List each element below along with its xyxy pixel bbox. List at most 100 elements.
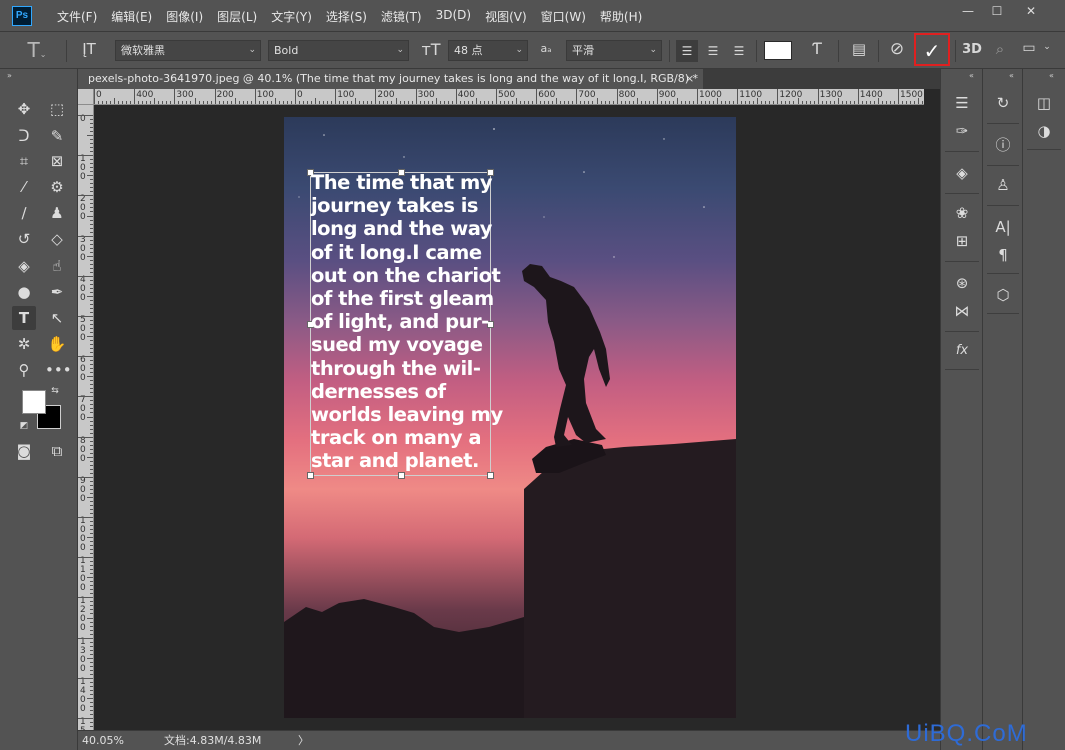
menu-item[interactable]: 选择(S) <box>319 8 374 25</box>
default-colors-icon[interactable]: ◩ <box>17 419 31 433</box>
collapse-dock-icon[interactable]: « <box>1009 71 1014 80</box>
menu-item[interactable]: 文件(F) <box>50 8 104 25</box>
channels-icon[interactable]: ⊛ <box>950 271 974 295</box>
align-left-icon[interactable]: ☰ <box>676 40 698 62</box>
toolbar-collapse-icon[interactable]: » <box>7 71 12 80</box>
minimize-button[interactable]: — <box>955 2 981 20</box>
custom-shape-tool-icon[interactable]: ✲ <box>12 332 36 356</box>
close-window-button[interactable]: ✕ <box>1018 2 1044 20</box>
character-panel-icon[interactable]: ▤ <box>848 40 870 58</box>
ruler-origin[interactable] <box>78 89 94 105</box>
history-icon[interactable]: ↻ <box>991 91 1015 115</box>
3d-button[interactable]: 3D <box>960 42 984 57</box>
search-icon[interactable]: ⌕ <box>990 40 1010 58</box>
align-right-icon[interactable]: ☰ <box>728 40 750 62</box>
menu-item[interactable]: 图像(I) <box>159 8 210 25</box>
workspace-icon[interactable]: ▭ <box>1018 40 1040 56</box>
zoom-tool-icon[interactable]: ⚲ <box>12 358 36 382</box>
resize-handle[interactable] <box>398 472 405 479</box>
brush-tool-icon[interactable]: ∕ <box>12 201 36 225</box>
menu-item[interactable]: 帮助(H) <box>593 8 649 25</box>
character-icon[interactable]: A| <box>991 215 1015 239</box>
screen-mode-icon[interactable]: ⧉ <box>45 439 69 463</box>
warp-text-icon[interactable]: Ƭ <box>806 39 828 58</box>
crop-tool-icon[interactable]: ⌗ <box>12 149 36 173</box>
menu-item[interactable]: 编辑(E) <box>104 8 159 25</box>
resize-handle[interactable] <box>307 472 314 479</box>
canvas-area[interactable]: The time that my journey takes is long and… <box>94 105 924 730</box>
document-tab[interactable]: pexels-photo-3641970.jpeg @ 40.1% (The t… <box>78 69 703 89</box>
cancel-edit-icon[interactable]: ⊘ <box>886 39 908 59</box>
adjustments-icon[interactable]: ◑ <box>1032 119 1056 143</box>
frame-tool-icon[interactable]: ⊠ <box>45 149 69 173</box>
horizontal-ruler[interactable]: 0 400 300 200 100 0 100 200 300 400 500 600 700 800 90… <box>94 89 924 105</box>
font-family-select[interactable]: 微软雅黑 ⌄ <box>115 40 261 61</box>
history-brush-tool-icon[interactable]: ↺ <box>12 227 36 251</box>
antialias-select[interactable]: 平滑 ⌄ <box>566 40 662 61</box>
marquee-tool-icon[interactable]: ⬚ <box>45 97 69 121</box>
menu-item[interactable]: 3D(D) <box>429 8 478 25</box>
editable-text-layer[interactable]: The time that my journey takes is long and… <box>311 171 503 473</box>
eraser-tool-icon[interactable]: ◇ <box>45 227 69 251</box>
3d-panel-icon[interactable]: ⬡ <box>991 283 1015 307</box>
align-center-icon[interactable]: ☰ <box>702 40 724 62</box>
type-tool-icon[interactable]: T <box>12 306 36 330</box>
text-line: out on the chariot <box>311 263 501 287</box>
zoom-level[interactable]: 40.05% <box>82 731 124 750</box>
paragraph-icon[interactable]: ¶ <box>991 243 1015 267</box>
hand-tool-icon[interactable]: ✋ <box>45 332 69 356</box>
quick-mask-icon[interactable]: ◙ <box>12 439 36 463</box>
dodge-tool-icon[interactable]: ● <box>12 280 36 304</box>
ruler-label: 6 0 0 <box>80 355 86 384</box>
clone-source-icon[interactable]: ♙ <box>991 173 1015 197</box>
text-line: through the wil- <box>311 356 481 380</box>
restore-button[interactable]: ☐ <box>984 2 1010 20</box>
styles-icon[interactable]: fx <box>950 339 974 363</box>
move-tool-icon[interactable]: ✥ <box>12 97 36 121</box>
resize-handle[interactable] <box>487 472 494 479</box>
ruler-label: 8 0 0 <box>80 435 86 464</box>
text-color-swatch[interactable] <box>764 41 792 60</box>
spot-healing-tool-icon[interactable]: ⚙ <box>45 175 69 199</box>
swatches-icon[interactable]: ❀ <box>950 201 974 225</box>
more-tools-icon[interactable]: ••• <box>45 358 72 382</box>
foreground-color-swatch[interactable] <box>22 390 46 414</box>
brush-settings-icon[interactable]: ✑ <box>950 119 974 143</box>
ruler-label: 1400 <box>859 90 883 100</box>
toggle-text-orientation-icon[interactable]: ĮT <box>78 40 100 58</box>
panel-dock-1: « ☰ ✑ ◈ ❀ ⊞ ⊛ ⋈ fx <box>940 69 982 750</box>
lasso-tool-icon[interactable]: ᑐ <box>12 124 36 148</box>
info-icon[interactable]: ⓘ <box>991 133 1015 157</box>
font-size-field[interactable]: 48 点 ⌄ <box>448 40 528 61</box>
collapse-dock-icon[interactable]: « <box>1049 71 1054 80</box>
swap-colors-icon[interactable]: ⇆ <box>48 384 62 398</box>
vertical-ruler[interactable]: 0 1 0 0 2 0 0 3 0 0 4 0 0 5 0 0 6 0 0 7 0 0 8 0 … <box>78 105 94 730</box>
path-selection-tool-icon[interactable]: ↖ <box>45 306 69 330</box>
menu-item[interactable]: 图层(L) <box>210 8 264 25</box>
pen-tool-icon[interactable]: ✒ <box>45 280 69 304</box>
paths-icon[interactable]: ⋈ <box>950 299 974 323</box>
close-tab-icon[interactable]: × <box>685 69 694 89</box>
collapse-dock-icon[interactable]: « <box>969 71 974 80</box>
menu-item[interactable]: 滤镜(T) <box>374 8 429 25</box>
clone-stamp-tool-icon[interactable]: ♟ <box>45 201 69 225</box>
grid-icon[interactable]: ⊞ <box>950 229 974 253</box>
menu-item[interactable]: 窗口(W) <box>534 8 593 25</box>
eyedropper-tool-icon[interactable]: ⁄ <box>12 175 36 199</box>
layers-icon[interactable]: ◈ <box>950 161 974 185</box>
document-image[interactable]: The time that my journey takes is long and… <box>284 117 736 718</box>
ruler-label: 0 <box>297 90 303 100</box>
menu-item[interactable]: 文字(Y) <box>264 8 319 25</box>
commit-edit-button[interactable]: ✓ <box>914 33 950 66</box>
status-menu-arrow[interactable]: 〉 <box>298 731 309 750</box>
workspace-dropdown-icon[interactable]: ⌄ <box>1042 42 1052 52</box>
quick-selection-tool-icon[interactable]: ✎ <box>45 124 69 148</box>
menu-item[interactable]: 视图(V) <box>478 8 534 25</box>
type-tool-preset-icon[interactable]: T⌄ <box>22 38 52 62</box>
libraries-icon[interactable]: ◫ <box>1032 91 1056 115</box>
properties-icon[interactable]: ☰ <box>950 91 974 115</box>
smudge-tool-icon[interactable]: ☝ <box>45 254 69 278</box>
font-style-select[interactable]: Bold ⌄ <box>268 40 409 61</box>
ruler-label: 1 3 0 0 <box>80 636 86 674</box>
paint-bucket-tool-icon[interactable]: ◈ <box>12 254 36 278</box>
